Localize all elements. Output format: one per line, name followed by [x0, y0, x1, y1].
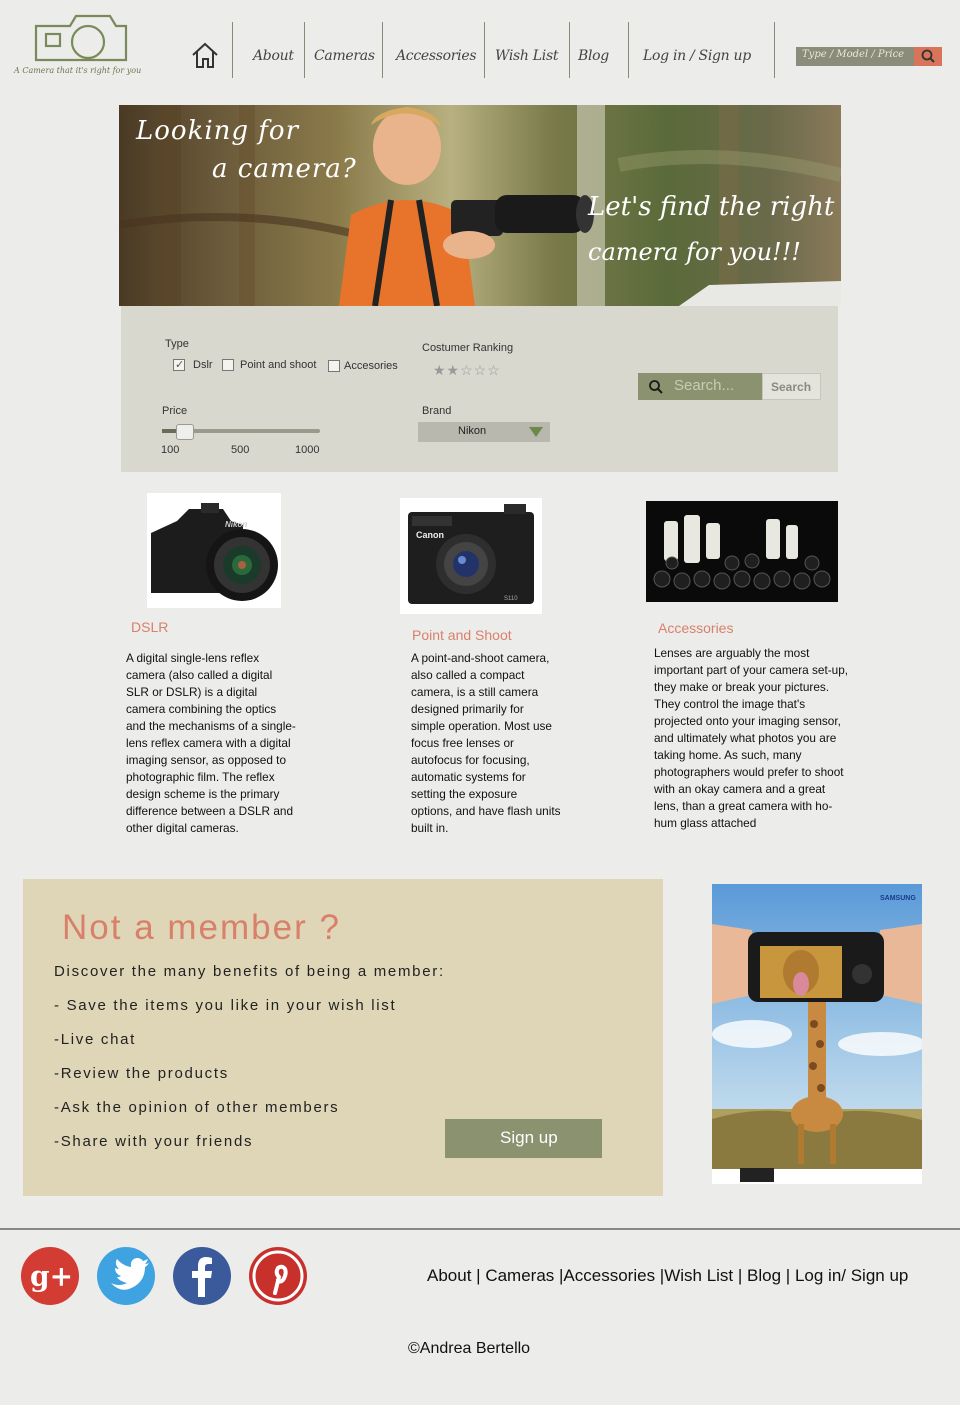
samsung-advertisement[interactable]: SAMSUNG — [712, 884, 922, 1184]
google-plus-icon[interactable]: g+ — [21, 1247, 79, 1305]
header-search-input[interactable]: Type / Model / Price — [796, 47, 942, 66]
nav-accessories[interactable]: Accessories — [396, 48, 477, 64]
nav-wish-list[interactable]: Wish List — [495, 48, 558, 64]
nav-divider — [484, 22, 485, 78]
membership-benefit: -Share with your friends — [54, 1133, 254, 1150]
category-text-dslr: A digital single-lens reflex camera (als… — [126, 651, 296, 835]
category-text-point-and-shoot: A point-and-shoot camera, also called a … — [411, 651, 561, 835]
nav-divider — [382, 22, 383, 78]
ranking-label: Costumer Ranking — [422, 342, 514, 354]
category-text-accessories: Lenses are arguably the most important p… — [654, 646, 849, 830]
customer-ranking-stars[interactable]: ★★☆☆☆ — [433, 362, 501, 379]
nav-about[interactable]: About — [253, 48, 294, 64]
membership-benefit: - Save the items you like in your wish l… — [54, 997, 397, 1014]
price-tick-mid: 500 — [231, 444, 250, 456]
membership-benefit: -Review the products — [54, 1065, 229, 1082]
svg-text:Nikon: Nikon — [225, 520, 247, 529]
chevron-down-icon — [529, 427, 543, 437]
membership-intro: Discover the many benefits of being a me… — [54, 963, 445, 980]
hero-subtitle-line1: Let's find the right — [588, 192, 835, 222]
pinterest-icon[interactable] — [249, 1247, 307, 1305]
membership-benefit: -Live chat — [54, 1031, 137, 1048]
type-label: Type — [165, 338, 189, 350]
brand-selected-value: Nikon — [458, 425, 487, 437]
facebook-icon[interactable] — [173, 1247, 231, 1305]
logo-tagline: A Camera that it's right for you — [14, 66, 142, 75]
dslr-image[interactable]: Nikon — [147, 493, 281, 608]
nav-divider — [774, 22, 775, 78]
home-icon[interactable] — [190, 40, 224, 72]
category-title-accessories[interactable]: Accessories — [658, 620, 733, 636]
copyright: ©Andrea Bertello — [408, 1340, 531, 1357]
membership-title: Not a member ? — [62, 908, 341, 947]
footer-link-login-signup[interactable]: Log in/ Sign up — [795, 1266, 908, 1285]
category-title-dslr[interactable]: DSLR — [131, 619, 168, 635]
price-label: Price — [162, 405, 188, 417]
hero-subtitle-line2: camera for you!!! — [588, 238, 801, 266]
footer-link-accessories[interactable]: Accessories — [563, 1266, 655, 1285]
hero-title-line1: Looking for — [136, 116, 300, 146]
type-point-shoot-checkbox[interactable] — [222, 359, 234, 371]
nav-login-signup[interactable]: Log in / Sign up — [643, 48, 751, 64]
search-button-label: Search — [771, 380, 812, 394]
product-search-input[interactable]: Search... — [638, 373, 762, 400]
type-dslr-checkbox[interactable] — [173, 358, 185, 371]
footer-link-about[interactable]: About — [427, 1266, 471, 1285]
signup-button-label: Sign up — [500, 1128, 558, 1147]
nav-blog[interactable]: Blog — [578, 48, 609, 64]
footer-link-cameras[interactable]: Cameras — [485, 1266, 554, 1285]
svg-text:g+: g+ — [30, 1260, 73, 1293]
camera-logo-icon — [34, 14, 128, 62]
footer-link-blog[interactable]: Blog — [747, 1266, 781, 1285]
footer-nav: About | Cameras |Accessories |Wish List … — [427, 1266, 909, 1285]
price-tick-max: 1000 — [295, 444, 320, 456]
footer-divider — [0, 1228, 960, 1230]
category-title-point-and-shoot[interactable]: Point and Shoot — [412, 627, 512, 643]
nav-cameras[interactable]: Cameras — [314, 48, 375, 64]
search-icon — [921, 49, 935, 63]
nav-divider — [304, 22, 305, 78]
type-point-shoot-label: Point and shoot — [240, 359, 317, 371]
nav-divider — [628, 22, 629, 78]
hero-title-line2: a camera? — [212, 154, 357, 184]
twitter-icon[interactable] — [97, 1247, 155, 1305]
price-tick-min: 100 — [161, 444, 180, 456]
header-search-button[interactable] — [914, 47, 942, 66]
type-accessories-checkbox[interactable] — [328, 360, 340, 372]
type-dslr-label: Dslr — [193, 359, 213, 371]
type-accessories-label: Accesories — [344, 360, 398, 372]
signup-button[interactable]: Sign up — [445, 1119, 602, 1158]
footer-link-wish-list[interactable]: Wish List — [664, 1266, 733, 1285]
accessories-image[interactable] — [646, 501, 838, 602]
search-button[interactable]: Search — [762, 373, 821, 400]
brand-select[interactable]: Nikon — [418, 422, 550, 442]
nav-divider — [232, 22, 233, 78]
svg-text:S110: S110 — [504, 596, 518, 602]
nav-divider — [569, 22, 570, 78]
point-and-shoot-image[interactable]: Canon S110 — [400, 498, 542, 614]
header-search-placeholder: Type / Model / Price — [802, 49, 905, 60]
search-placeholder: Search... — [674, 377, 735, 394]
membership-benefit: -Ask the opinion of other members — [54, 1099, 340, 1116]
samsung-logo: SAMSUNG — [880, 895, 916, 902]
brand-label: Brand — [422, 405, 452, 417]
search-icon — [649, 380, 663, 394]
svg-text:Canon: Canon — [416, 530, 444, 540]
price-slider-handle[interactable] — [176, 424, 194, 440]
